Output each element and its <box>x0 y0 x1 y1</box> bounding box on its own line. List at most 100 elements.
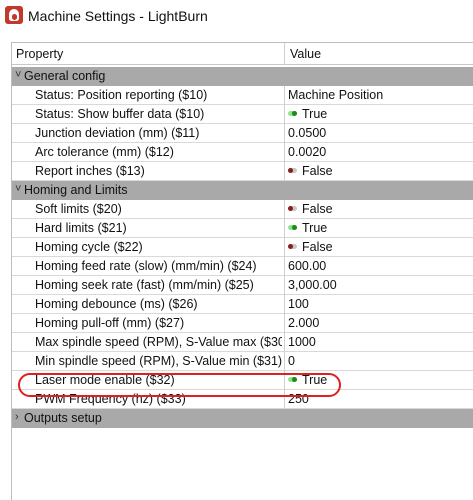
chevron-down-icon[interactable]: ˅ <box>15 69 21 81</box>
property-value[interactable]: True <box>288 373 327 387</box>
property-label: Max spindle speed (RPM), S-Value max ($3… <box>35 335 282 349</box>
property-row-hard-limits[interactable]: Hard limits ($21) True <box>12 219 473 238</box>
property-value[interactable]: 3,000.00 <box>288 278 337 292</box>
property-value[interactable]: 0.0500 <box>288 126 326 140</box>
property-value-text: 0.0500 <box>288 126 327 140</box>
property-label: Min spindle speed (RPM), S-Value min ($3… <box>35 354 282 368</box>
property-value[interactable]: False <box>288 240 333 254</box>
toggle-on-icon[interactable] <box>288 225 297 231</box>
property-row-homing-debounce[interactable]: Homing debounce (ms) ($26) 100 <box>12 295 473 314</box>
property-value-text: False <box>302 202 333 216</box>
property-label: Report inches ($13) <box>35 164 145 178</box>
property-label: Arc tolerance (mm) ($12) <box>35 145 174 159</box>
property-label: Homing feed rate (slow) (mm/min) ($24) <box>35 259 257 273</box>
property-value[interactable]: 0.0020 <box>288 145 326 159</box>
title-bar: Machine Settings - LightBurn <box>0 0 473 32</box>
cell-divider <box>284 200 285 219</box>
property-label: Homing pull-off (mm) ($27) <box>35 316 185 330</box>
cell-divider <box>284 333 285 352</box>
property-value[interactable]: False <box>288 164 333 178</box>
group-header-homing-and-limits[interactable]: ˅ Homing and Limits <box>12 181 473 200</box>
property-value[interactable]: True <box>288 221 327 235</box>
property-value-text: True <box>302 107 328 121</box>
property-row-report-inches[interactable]: Report inches ($13) False <box>12 162 473 181</box>
cell-divider <box>284 105 285 124</box>
property-value-text: 600.00 <box>288 259 327 273</box>
cell-divider <box>284 238 285 257</box>
cell-divider <box>284 390 285 409</box>
property-label: Status: Position reporting ($10) <box>35 88 208 102</box>
toggle-off-icon[interactable] <box>288 206 297 212</box>
property-value[interactable]: Machine Position <box>288 88 383 102</box>
property-row-arc-tolerance[interactable]: Arc tolerance (mm) ($12) 0.0020 <box>12 143 473 162</box>
window-title: Machine Settings - LightBurn <box>28 8 208 24</box>
settings-property-grid[interactable]: Property Value ˅ General config Status: Po… <box>11 42 473 500</box>
column-divider[interactable] <box>284 43 285 65</box>
group-header-general-config[interactable]: ˅ General config <box>12 67 473 86</box>
property-label: Soft limits ($20) <box>35 202 122 216</box>
property-value-text: False <box>302 164 333 178</box>
cell-divider <box>284 143 285 162</box>
property-label: Homing seek rate (fast) (mm/min) ($25) <box>35 278 254 292</box>
property-value[interactable]: 250 <box>288 392 309 406</box>
cell-divider <box>284 162 285 181</box>
property-label: Homing cycle ($22) <box>35 240 143 254</box>
property-value-text: False <box>302 240 333 254</box>
chevron-down-icon[interactable]: ˅ <box>15 183 21 195</box>
property-value[interactable]: 1000 <box>288 335 316 349</box>
property-value[interactable]: 600.00 <box>288 259 326 273</box>
property-value-text: True <box>302 373 328 387</box>
property-value-text: 250 <box>288 392 309 406</box>
property-label: Hard limits ($21) <box>35 221 127 235</box>
lightburn-app-icon <box>5 6 23 24</box>
property-row-status-show-buffer-data[interactable]: Status: Show buffer data ($10) True <box>12 105 473 124</box>
property-value-text: 1000 <box>288 335 316 349</box>
toggle-off-icon[interactable] <box>288 244 297 250</box>
property-row-max-spindle-speed[interactable]: Max spindle speed (RPM), S-Value max ($3… <box>12 333 473 352</box>
cell-divider <box>284 219 285 238</box>
property-value[interactable]: True <box>288 107 327 121</box>
cell-divider <box>284 295 285 314</box>
property-value-text: 0 <box>288 354 295 368</box>
group-label: Outputs setup <box>24 411 102 425</box>
cell-divider <box>284 124 285 143</box>
property-row-homing-cycle[interactable]: Homing cycle ($22) False <box>12 238 473 257</box>
property-row-homing-seek-rate[interactable]: Homing seek rate (fast) (mm/min) ($25) 3,… <box>12 276 473 295</box>
property-value-text: 2.000 <box>288 316 320 330</box>
property-value[interactable]: False <box>288 202 333 216</box>
property-row-soft-limits[interactable]: Soft limits ($20) False <box>12 200 473 219</box>
column-header-property[interactable]: Property <box>16 47 63 61</box>
property-label: Status: Show buffer data ($10) <box>35 107 205 121</box>
cell-divider <box>284 257 285 276</box>
property-row-homing-pull-off[interactable]: Homing pull-off (mm) ($27) 2.000 <box>12 314 473 333</box>
property-value-text: 0.0020 <box>288 145 327 159</box>
property-row-junction-deviation[interactable]: Junction deviation (mm) ($11) 0.0500 <box>12 124 473 143</box>
property-value-text: 3,000.00 <box>288 278 337 292</box>
toggle-on-icon[interactable] <box>288 111 297 117</box>
group-header-outputs-setup[interactable]: › Outputs setup <box>12 409 473 428</box>
cell-divider <box>284 371 285 390</box>
property-row-status-position-reporting[interactable]: Status: Position reporting ($10) Machine … <box>12 86 473 105</box>
property-value-text: 100 <box>288 297 309 311</box>
property-label: Junction deviation (mm) ($11) <box>35 126 200 140</box>
property-value[interactable]: 100 <box>288 297 309 311</box>
property-row-laser-mode-enable[interactable]: Laser mode enable ($32) True <box>12 371 473 390</box>
chevron-right-icon[interactable]: › <box>15 411 19 423</box>
property-row-homing-feed-rate[interactable]: Homing feed rate (slow) (mm/min) ($24) 60… <box>12 257 473 276</box>
toggle-on-icon[interactable] <box>288 377 297 383</box>
property-value[interactable]: 2.000 <box>288 316 319 330</box>
group-label: General config <box>24 69 106 83</box>
cell-divider <box>284 86 285 105</box>
cell-divider <box>284 352 285 371</box>
group-label: Homing and Limits <box>24 183 128 197</box>
property-value[interactable]: 0 <box>288 354 295 368</box>
cell-divider <box>284 276 285 295</box>
property-row-min-spindle-speed[interactable]: Min spindle speed (RPM), S-Value min ($3… <box>12 352 473 371</box>
toggle-off-icon[interactable] <box>288 168 297 174</box>
property-value-text: Machine Position <box>288 88 384 102</box>
property-label: Homing debounce (ms) ($26) <box>35 297 198 311</box>
column-header-value[interactable]: Value <box>290 47 321 61</box>
cell-divider <box>284 314 285 333</box>
property-label: Laser mode enable ($32) <box>35 373 175 387</box>
property-row-pwm-frequency[interactable]: PWM Frequency (hz) ($33) 250 <box>12 390 473 409</box>
